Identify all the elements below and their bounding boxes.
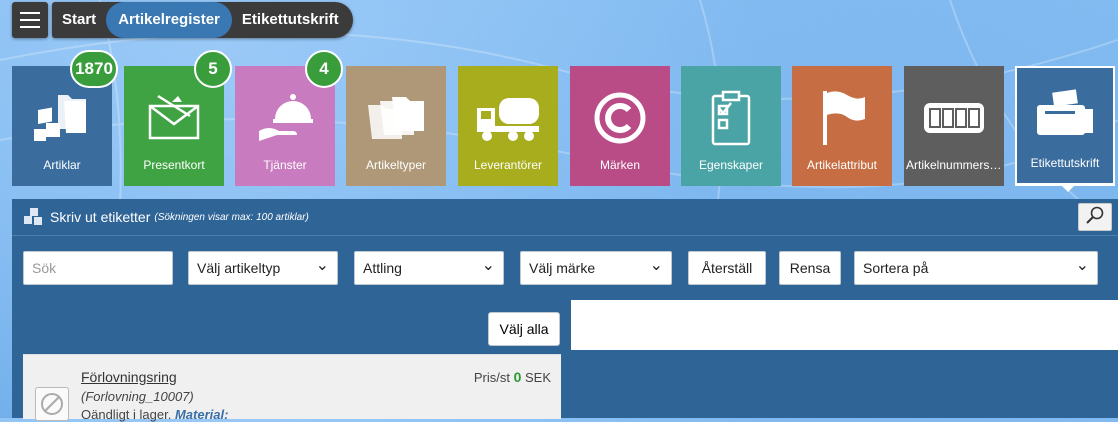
filter-bar: Sök Välj artikeltyp Attling Välj märke Å… — [23, 251, 1118, 285]
tile-label: Etikettutskrift — [1030, 156, 1100, 170]
boxes-icon — [24, 208, 44, 226]
tile-leverantorer[interactable]: Leverantörer — [458, 66, 558, 186]
gift-card-icon — [146, 88, 202, 148]
flag-icon — [817, 88, 867, 148]
tile-label: Tjänster — [263, 158, 307, 172]
product-stock: Oändligt i lager. Material: — [81, 407, 228, 422]
product-id: (Forlovning_10007) — [81, 389, 194, 404]
articles-icon — [32, 88, 92, 148]
tile-artikelnummerserie[interactable]: Artikelnummerse... — [904, 66, 1004, 186]
tile-etikettutskrift[interactable]: Etikettutskrift — [1015, 66, 1115, 192]
hamburger-line — [20, 26, 40, 28]
tile-label: Leverantörer — [473, 158, 543, 172]
label-preview-area — [571, 300, 1118, 350]
no-image-icon — [35, 387, 69, 421]
tile-artikelattribut[interactable]: Artikelattribut — [792, 66, 892, 186]
truck-icon — [475, 88, 541, 148]
label-print-panel: Skriv ut etiketter (Sökningen visar max:… — [12, 199, 1118, 422]
tile-label: Artikelnummerse... — [906, 158, 1002, 172]
counter-icon — [922, 88, 986, 148]
price-label: Pris/st — [473, 370, 510, 385]
search-input[interactable]: Sök — [23, 251, 173, 285]
product-name-link[interactable]: Förlovningsring — [81, 369, 177, 385]
tile-label: Presentkort — [143, 158, 205, 172]
clear-button[interactable]: Rensa — [779, 251, 841, 285]
breadcrumb: Start Artikelregister Etikettutskrift — [52, 2, 353, 38]
product-price: Pris/st 0 SEK — [474, 369, 551, 385]
hamburger-line — [20, 19, 40, 21]
count-badge: 5 — [194, 50, 232, 88]
hamburger-line — [20, 12, 40, 14]
breadcrumb-etikettutskrift[interactable]: Etikettutskrift — [232, 2, 353, 38]
tile-tjanster[interactable]: 4 Tjänster — [235, 50, 343, 186]
copyright-icon — [593, 88, 647, 148]
article-type-select[interactable]: Välj artikeltyp — [188, 251, 338, 285]
tile-marken[interactable]: Märken — [570, 66, 670, 186]
tile-label: Egenskaper — [698, 158, 764, 172]
price-currency: SEK — [524, 370, 551, 385]
panel-subtitle: (Sökningen visar max: 100 artiklar) — [154, 211, 309, 223]
supplier-select[interactable]: Attling — [354, 251, 504, 285]
list-item[interactable]: Förlovningsring (Forlovning_10007) Oändl… — [23, 354, 561, 422]
clipboard-check-icon — [709, 88, 753, 148]
breadcrumb-artikelregister[interactable]: Artikelregister — [106, 2, 232, 38]
breadcrumb-start[interactable]: Start — [52, 2, 106, 38]
reset-button[interactable]: Återställ — [688, 251, 766, 285]
printer-icon — [1035, 86, 1095, 146]
brand-select[interactable]: Välj märke — [520, 251, 672, 285]
select-all-button[interactable]: Välj alla — [488, 312, 560, 346]
hamburger-menu-button[interactable] — [12, 2, 48, 38]
tile-presentkort[interactable]: 5 Presentkort — [124, 50, 232, 186]
tile-artiklar[interactable]: 1870 Artiklar — [12, 50, 118, 186]
service-cloche-icon — [257, 88, 313, 148]
tile-label: Artikeltyper — [365, 158, 427, 172]
panel-header: Skriv ut etiketter (Sökningen visar max:… — [12, 199, 1118, 236]
price-value: 0 — [513, 369, 522, 385]
tile-label: Artikelattribut — [806, 158, 878, 172]
stock-text: Oändligt i lager. — [81, 407, 172, 422]
magnifier-icon — [1085, 205, 1105, 230]
sort-select[interactable]: Sortera på — [854, 251, 1098, 285]
tile-label: Artiklar — [43, 158, 81, 172]
tile-egenskaper[interactable]: Egenskaper — [681, 66, 781, 186]
tile-label: Märken — [599, 158, 640, 172]
tile-artikeltyper[interactable]: Artikeltyper — [346, 66, 446, 186]
panel-title: Skriv ut etiketter — [50, 209, 151, 225]
folders-icon — [366, 88, 426, 148]
material-label: Material: — [174, 407, 229, 422]
search-toggle-button[interactable] — [1078, 203, 1112, 231]
count-badge: 1870 — [70, 50, 118, 88]
count-badge: 4 — [305, 50, 343, 88]
